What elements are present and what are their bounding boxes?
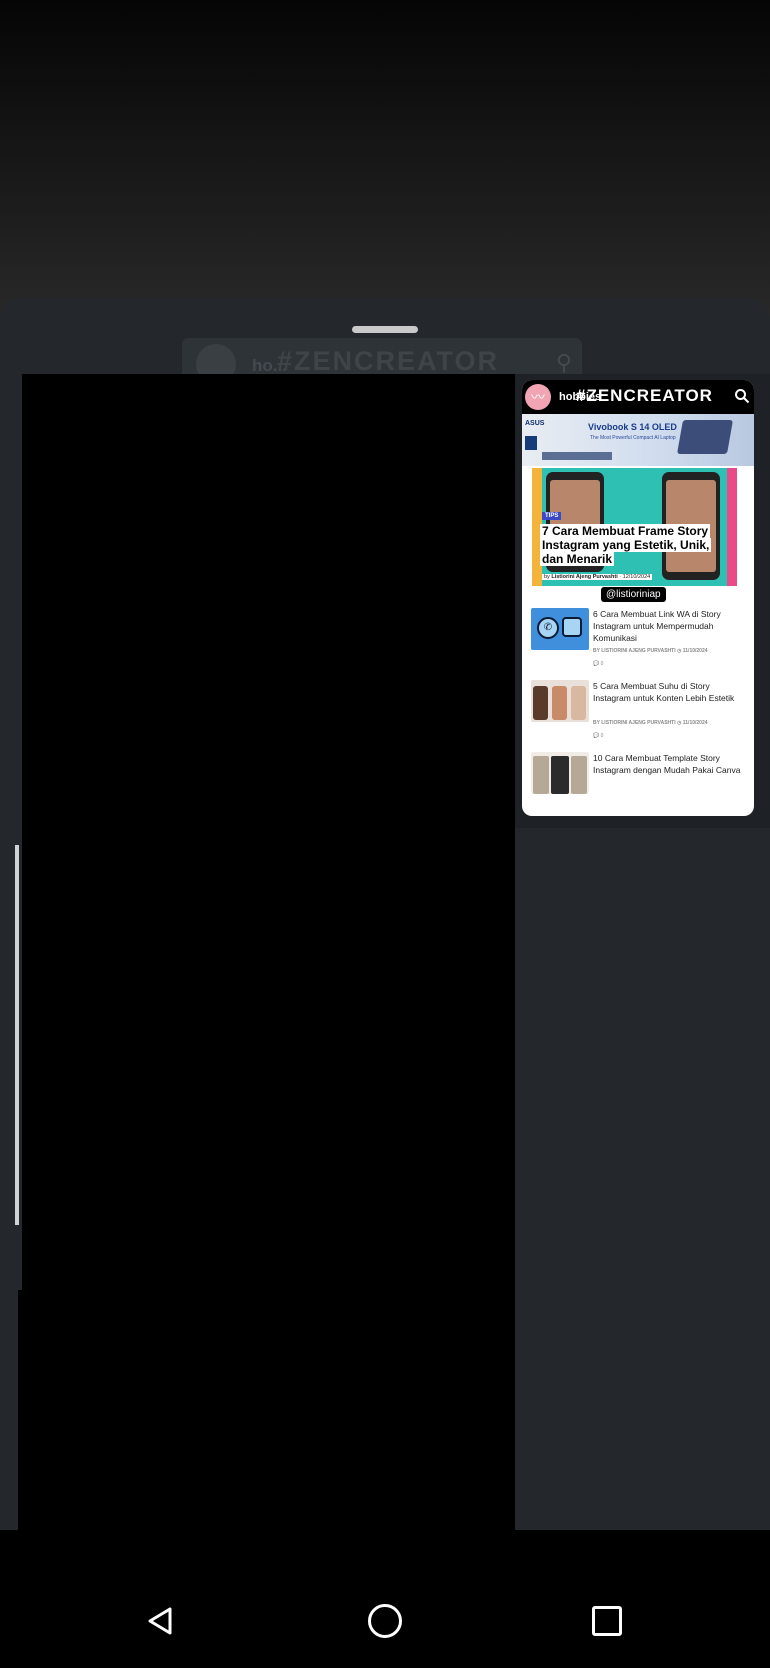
hero-author: by Listiorini Ajeng Purvashti · 12/10/20… (542, 574, 653, 580)
list-item[interactable]: ✆ 6 Cara Membuat Link WA di Story Instag… (531, 608, 749, 680)
comment-count: 💬 0 (593, 661, 604, 667)
back-icon[interactable] (146, 1606, 174, 1636)
story-screenshot: 〰 hobbies #ZENCREATOR ASUS Vivobook S 14… (522, 380, 754, 816)
ad-title: Vivobook S 14 OLED (588, 422, 677, 432)
sheet-right-area (515, 828, 770, 1530)
article-thumbnail (531, 752, 589, 794)
ad-brand: ASUS (525, 420, 545, 427)
mention-sticker[interactable]: @listioriniap (601, 587, 666, 602)
hero-headline: 7 Cara Membuat Frame Story Instagram yan… (540, 524, 712, 566)
laptop-image (677, 420, 733, 454)
tips-badge: TIPS (542, 512, 562, 520)
home-icon[interactable] (368, 1604, 402, 1638)
side-sliver (15, 845, 19, 1225)
recents-icon[interactable] (592, 1606, 622, 1636)
instagram-icon (562, 617, 582, 637)
list-item[interactable]: 5 Cara Membuat Suhu di Story Instagram u… (531, 680, 749, 752)
article-thumbnail (531, 680, 589, 722)
article-title: 10 Cara Membuat Template Story Instagram… (593, 753, 741, 775)
story-preview-card[interactable]: 〰 hobbies #ZENCREATOR ASUS Vivobook S 14… (515, 374, 770, 828)
wallpaper-gradient (0, 0, 770, 330)
article-meta: BY LISTIORINI AJENG PURVASHTI ◷ 11/10/20… (593, 720, 708, 726)
blacked-out-region-lower (18, 1290, 518, 1530)
ad-thumb (525, 436, 537, 450)
list-item[interactable]: 10 Cara Membuat Template Story Instagram… (531, 752, 749, 816)
ad-subtitle: The Most Powerful Compact AI Laptop (590, 435, 676, 441)
comment-count: 💬 0 (593, 733, 604, 739)
avatar[interactable]: 〰 (525, 384, 551, 410)
story-header: 〰 hobbies #ZENCREATOR (522, 380, 754, 414)
ad-banner[interactable]: ASUS Vivobook S 14 OLED The Most Powerfu… (522, 414, 754, 466)
article-meta: BY LISTIORINI AJENG PURVASHTI ◷ 11/10/20… (593, 648, 708, 654)
ghost-search-icon: ⚲ (555, 350, 572, 375)
article-title: 5 Cara Membuat Suhu di Story Instagram u… (593, 681, 735, 703)
search-icon[interactable] (734, 388, 750, 404)
system-navigation-bar (0, 1530, 770, 1668)
ghost-title: #ZENCREATOR (277, 346, 500, 376)
hero-article[interactable]: TIPS 7 Cara Membuat Frame Story Instagra… (532, 468, 737, 586)
sheet-drag-handle[interactable] (352, 326, 418, 333)
article-thumbnail: ✆ (531, 608, 589, 650)
hero-stripe-right (727, 468, 737, 586)
ad-badges (542, 452, 612, 460)
whatsapp-icon: ✆ (537, 617, 559, 639)
story-title: #ZENCREATOR (576, 386, 713, 405)
article-title: 6 Cara Membuat Link WA di Story Instagra… (593, 609, 721, 643)
